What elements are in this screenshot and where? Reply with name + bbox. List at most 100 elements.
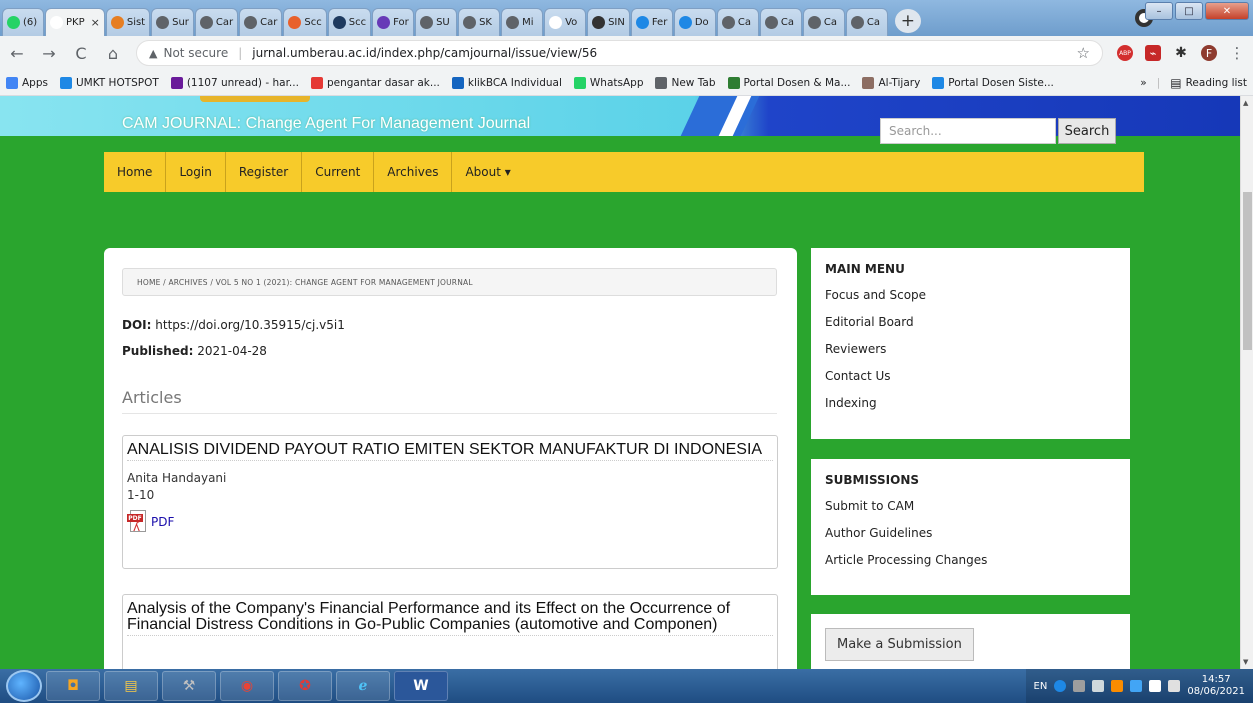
sidebar-link-focus-scope[interactable]: Focus and Scope: [825, 282, 1116, 309]
breadcrumb[interactable]: HOME / ARCHIVES / VOL 5 NO 1 (2021): CHA…: [122, 268, 777, 296]
browser-tab[interactable]: Car: [239, 8, 283, 36]
close-window-button[interactable]: ✕: [1205, 2, 1249, 20]
tray-flag-icon[interactable]: [1149, 680, 1162, 692]
bookmark-favicon-icon: [655, 76, 668, 89]
tray-volume-icon[interactable]: [1092, 680, 1105, 692]
taskbar-outlook-icon[interactable]: ◘: [46, 671, 100, 701]
sidebar-link-author-guidelines[interactable]: Author Guidelines: [825, 520, 1116, 547]
nav-current[interactable]: Current: [302, 152, 375, 192]
nav-archives[interactable]: Archives: [374, 152, 453, 192]
taskbar-app-icon[interactable]: ✪: [278, 671, 332, 701]
minimize-button[interactable]: –: [1145, 2, 1173, 20]
globe-icon: [463, 16, 477, 29]
browser-tab[interactable]: Ca: [845, 8, 888, 36]
warning-icon[interactable]: ▲: [149, 47, 157, 60]
sidebar-link-reviewers[interactable]: Reviewers: [825, 336, 1116, 363]
scroll-down-arrow[interactable]: ▼: [1243, 658, 1248, 666]
tab-label: Car: [260, 17, 278, 28]
browser-tab[interactable]: PKP ×: [45, 8, 105, 36]
bookmark-item[interactable]: Apps: [6, 76, 48, 89]
bookmark-item[interactable]: Al-Tijary: [862, 76, 920, 89]
forward-button[interactable]: →: [40, 44, 58, 63]
reload-button[interactable]: C: [72, 44, 90, 63]
page-scrollbar[interactable]: ▲ ▼: [1240, 96, 1253, 669]
bookmark-favicon-icon: [451, 76, 464, 89]
tray-network-icon[interactable]: [1073, 680, 1086, 692]
browser-tab[interactable]: Scc: [327, 8, 372, 36]
bookmark-star-icon[interactable]: ☆: [1077, 44, 1090, 62]
home-button[interactable]: ⌂: [104, 44, 122, 63]
bookmark-item[interactable]: UMKT HOTSPOT: [59, 76, 159, 89]
article-title[interactable]: Analysis of the Company's Financial Perf…: [127, 601, 773, 636]
make-submission-button[interactable]: Make a Submission: [825, 628, 974, 661]
maximize-button[interactable]: □: [1175, 2, 1203, 20]
taskbar-word-icon[interactable]: W: [394, 671, 448, 701]
tray-app-icon[interactable]: [1111, 680, 1124, 692]
scroll-up-arrow[interactable]: ▲: [1243, 99, 1248, 107]
extensions-puzzle-icon[interactable]: ✱: [1173, 45, 1189, 61]
article-title[interactable]: ANALISIS DIVIDEND PAYOUT RATIO EMITEN SE…: [127, 442, 773, 461]
site-search-input[interactable]: Search...: [880, 118, 1056, 144]
browser-tab[interactable]: Scc: [283, 8, 327, 36]
browser-tab[interactable]: Sist: [105, 8, 151, 36]
sidebar-link-editorial-board[interactable]: Editorial Board: [825, 309, 1116, 336]
browser-tab[interactable]: Vo: [544, 8, 587, 36]
help-icon[interactable]: [1054, 680, 1067, 692]
site-title[interactable]: CAM JOURNAL: Change Agent For Management…: [122, 115, 530, 133]
sidebar-link-apc[interactable]: Article Processing Changes: [825, 547, 1116, 574]
taskbar-tools-icon[interactable]: ⚒: [162, 671, 216, 701]
taskbar-chrome-icon[interactable]: ◉: [220, 671, 274, 701]
bookmark-item[interactable]: Portal Dosen Siste...: [932, 76, 1054, 89]
pdf-extension-icon[interactable]: ⌁: [1145, 45, 1161, 61]
bookmark-item[interactable]: klikBCA Individual: [451, 76, 562, 89]
sidebar-link-submit[interactable]: Submit to CAM: [825, 493, 1116, 520]
browser-tab[interactable]: Ca: [759, 8, 802, 36]
browser-tab[interactable]: Sur: [151, 8, 194, 36]
nav-home[interactable]: Home: [104, 152, 167, 192]
bookmark-item[interactable]: (1107 unread) - har...: [170, 76, 299, 89]
browser-tab[interactable]: Car: [194, 8, 239, 36]
browser-tab[interactable]: Do: [673, 8, 716, 36]
system-clock[interactable]: 14:57 08/06/2021: [1187, 674, 1245, 698]
browser-tab[interactable]: Mi: [501, 8, 544, 36]
nav-register[interactable]: Register: [226, 152, 303, 192]
browser-tab[interactable]: SK: [458, 8, 501, 36]
browser-tab[interactable]: Ca: [716, 8, 759, 36]
bookmark-item[interactable]: WhatsApp: [573, 76, 643, 89]
browser-tab[interactable]: SIN: [587, 8, 630, 36]
bookmark-item[interactable]: pengantar dasar ak...: [310, 76, 440, 89]
site-search-button[interactable]: Search: [1058, 118, 1116, 144]
taskbar-explorer-icon[interactable]: ▤: [104, 671, 158, 701]
browser-tab[interactable]: Fer: [630, 8, 673, 36]
tray-signal-icon[interactable]: [1168, 680, 1181, 692]
tab-label: For: [393, 17, 409, 28]
tab-label: Car: [215, 17, 234, 28]
nav-about[interactable]: About ▾: [452, 152, 523, 192]
sidebar-link-indexing[interactable]: Indexing: [825, 390, 1116, 417]
browser-tab[interactable]: (6): [2, 8, 44, 36]
adblock-extension-icon[interactable]: ABP: [1117, 45, 1133, 61]
doi-link[interactable]: https://doi.org/10.35915/cj.v5i1: [155, 318, 345, 332]
browser-menu-icon[interactable]: ⋮: [1229, 44, 1245, 62]
sidebar-link-contact-us[interactable]: Contact Us: [825, 363, 1116, 390]
bookmark-item[interactable]: Portal Dosen & Ma...: [727, 76, 850, 89]
close-tab-icon[interactable]: ×: [91, 16, 100, 29]
new-tab-button[interactable]: +: [894, 9, 921, 33]
reading-list-button[interactable]: ▤ Reading list: [1170, 76, 1247, 90]
bookmark-item[interactable]: New Tab: [655, 76, 716, 89]
language-indicator[interactable]: EN: [1034, 681, 1048, 692]
back-button[interactable]: ←: [8, 44, 26, 63]
profile-avatar[interactable]: F: [1201, 45, 1217, 61]
more-bookmarks-button[interactable]: »: [1140, 77, 1146, 89]
tray-bluetooth-icon[interactable]: [1130, 680, 1143, 692]
taskbar-ie-icon[interactable]: ℯ: [336, 671, 390, 701]
nav-login[interactable]: Login: [166, 152, 226, 192]
browser-tab[interactable]: SU: [415, 8, 458, 36]
browser-tab[interactable]: For: [372, 8, 415, 36]
start-button[interactable]: [6, 670, 42, 702]
pdf-galley-link[interactable]: PDF ʎ PDF: [127, 510, 773, 534]
address-bar[interactable]: ▲ Not secure | jurnal.umberau.ac.id/inde…: [136, 40, 1103, 66]
scrollbar-thumb[interactable]: [1243, 192, 1252, 350]
tab-label: Vo: [565, 17, 578, 28]
browser-tab[interactable]: Ca: [802, 8, 845, 36]
